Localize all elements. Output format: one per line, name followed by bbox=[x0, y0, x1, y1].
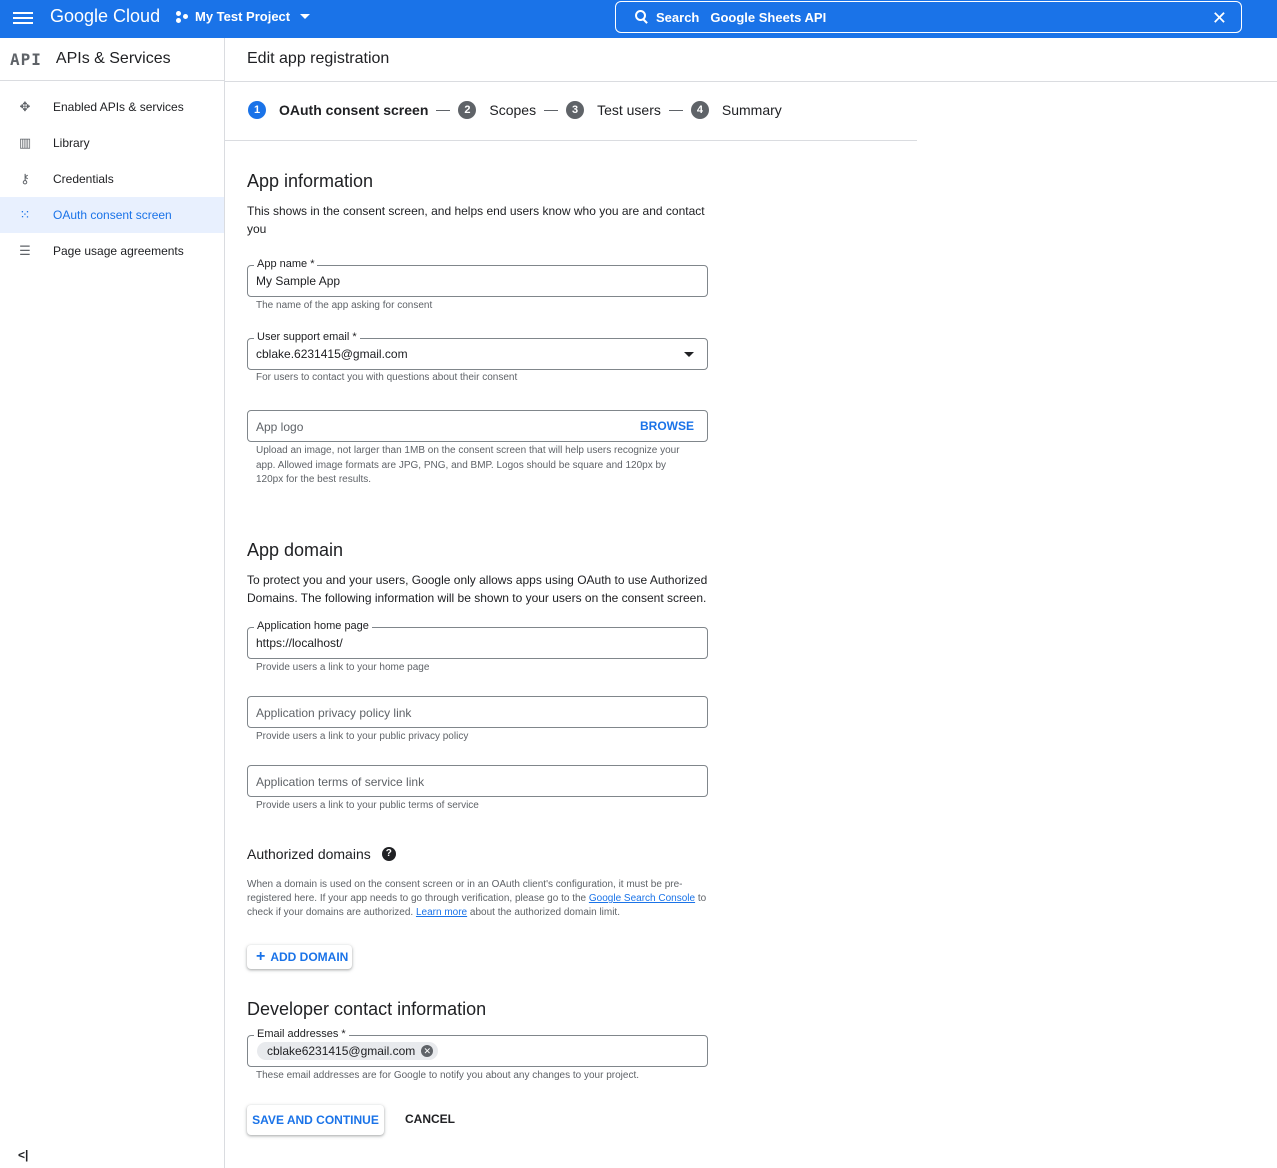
sidebar-header: API APIs & Services bbox=[0, 38, 224, 81]
privacy-policy-field[interactable]: Application privacy policy link bbox=[247, 696, 708, 728]
email-addresses-field[interactable]: Email addresses * cblake6231415@gmail.co… bbox=[247, 1028, 708, 1067]
step-number: 1 bbox=[248, 101, 266, 119]
top-app-bar: Google Cloud My Test Project Search Goog… bbox=[0, 0, 1277, 38]
authorized-domains-text-3: about the authorized domain limit. bbox=[467, 907, 620, 918]
authorized-domains-desc: When a domain is used on the consent scr… bbox=[247, 878, 712, 920]
plus-icon: + bbox=[256, 948, 266, 965]
app-name-input[interactable]: My Sample App bbox=[256, 274, 340, 288]
search-icon bbox=[634, 9, 650, 25]
step-summary[interactable]: 4 Summary bbox=[690, 101, 782, 119]
chevron-down-icon bbox=[300, 14, 311, 19]
sidebar-item-label: Library bbox=[53, 136, 90, 150]
sidebar-item-page-usage[interactable]: ☰ Page usage agreements bbox=[0, 233, 224, 269]
field-label: Application home page bbox=[254, 620, 372, 633]
app-logo-field[interactable]: App logo BROWSE bbox=[247, 410, 708, 442]
learn-more-link[interactable]: Learn more bbox=[416, 907, 467, 918]
step-label: Summary bbox=[721, 102, 782, 118]
support-email-value: cblake.6231415@gmail.com bbox=[256, 347, 408, 361]
sidebar-item-label: OAuth consent screen bbox=[53, 208, 172, 222]
library-icon: ▥ bbox=[18, 135, 32, 150]
app-logo-hint: Upload an image, not larger than 1MB on … bbox=[256, 445, 680, 485]
privacy-policy-input[interactable]: Application privacy policy link bbox=[256, 706, 411, 720]
close-icon[interactable]: ✕ bbox=[1212, 8, 1227, 29]
browse-button[interactable]: BROWSE bbox=[640, 419, 694, 433]
authorized-domains-title: Authorized domains bbox=[247, 846, 371, 862]
project-picker[interactable]: My Test Project bbox=[175, 9, 311, 24]
terms-of-service-field[interactable]: Application terms of service link bbox=[247, 765, 708, 797]
app-domain-heading: App domain bbox=[247, 540, 344, 560]
sidebar-item-library[interactable]: ▥ Library bbox=[0, 125, 224, 161]
dropdown-arrow-icon bbox=[684, 352, 694, 357]
stepper: 1 OAuth consent screen 2 Scopes 3 Test u… bbox=[248, 101, 782, 119]
step-number: 2 bbox=[458, 101, 477, 119]
step-number: 4 bbox=[690, 101, 709, 119]
sidebar-item-enabled-apis[interactable]: ✥ Enabled APIs & services bbox=[0, 89, 224, 125]
sidebar-item-label: Enabled APIs & services bbox=[53, 100, 184, 114]
cancel-button[interactable]: CANCEL bbox=[405, 1112, 455, 1126]
email-chip: cblake6231415@gmail.com ✕ bbox=[257, 1042, 439, 1060]
home-page-hint: Provide users a link to your home page bbox=[256, 662, 430, 673]
app-domain-desc: To protect you and your users, Google on… bbox=[247, 573, 708, 605]
step-divider bbox=[668, 109, 683, 111]
sidebar-title: APIs & Services bbox=[55, 50, 171, 67]
field-label: Email addresses * bbox=[254, 1028, 349, 1041]
search-input[interactable]: Google Sheets API bbox=[710, 10, 826, 25]
email-addresses-hint: These email addresses are for Google to … bbox=[256, 1070, 639, 1081]
authorized-domains-heading: Authorized domains ? bbox=[247, 846, 396, 862]
sidebar-item-credentials[interactable]: ⚷ Credentials bbox=[0, 161, 224, 197]
step-label: Scopes bbox=[489, 102, 537, 118]
email-chip-label: cblake6231415@gmail.com bbox=[267, 1044, 416, 1058]
page-title: Edit app registration bbox=[247, 50, 390, 67]
google-search-console-link[interactable]: Google Search Console bbox=[589, 893, 695, 904]
support-email-hint: For users to contact you with questions … bbox=[256, 372, 518, 383]
consent-grid-icon: ⁙ bbox=[19, 207, 31, 222]
menu-icon[interactable] bbox=[13, 9, 33, 27]
sidebar-item-label: Credentials bbox=[53, 172, 114, 186]
divider bbox=[225, 140, 917, 141]
field-label: User support email * bbox=[254, 331, 360, 344]
home-page-field[interactable]: Application home page https://localhost/ bbox=[247, 620, 708, 659]
project-name: My Test Project bbox=[195, 9, 291, 24]
step-label: OAuth consent screen bbox=[279, 102, 429, 118]
search-bar[interactable]: Search Google Sheets API ✕ bbox=[615, 1, 1242, 33]
project-hub-icon bbox=[175, 10, 189, 24]
step-label: Test users bbox=[597, 102, 661, 118]
sidebar: API APIs & Services ✥ Enabled APIs & ser… bbox=[0, 38, 225, 1168]
sidebar-item-oauth-consent[interactable]: ⁙ OAuth consent screen bbox=[0, 197, 224, 233]
terms-of-service-hint: Provide users a link to your public term… bbox=[256, 800, 479, 811]
settings-list-icon: ☰ bbox=[19, 243, 31, 258]
step-divider bbox=[436, 109, 451, 111]
diamond-nodes-icon: ✥ bbox=[19, 99, 31, 114]
api-logo-icon: API bbox=[10, 49, 42, 69]
help-icon[interactable]: ? bbox=[381, 847, 396, 861]
key-icon: ⚷ bbox=[20, 171, 30, 186]
page-header: Edit app registration bbox=[225, 38, 1277, 82]
app-information-heading: App information bbox=[247, 171, 374, 191]
app-information-desc: This shows in the consent screen, and he… bbox=[247, 204, 705, 236]
step-scopes[interactable]: 2 Scopes bbox=[458, 101, 536, 119]
app-name-hint: The name of the app asking for consent bbox=[256, 300, 433, 311]
sidebar-item-label: Page usage agreements bbox=[53, 244, 184, 258]
remove-chip-icon[interactable]: ✕ bbox=[421, 1045, 434, 1057]
app-name-field[interactable]: App name * My Sample App bbox=[247, 258, 708, 297]
step-test-users[interactable]: 3 Test users bbox=[566, 101, 661, 119]
google-cloud-logo[interactable]: Google Cloud bbox=[50, 6, 160, 27]
search-label: Search bbox=[656, 9, 700, 25]
app-logo-placeholder: App logo bbox=[256, 420, 304, 434]
add-domain-button[interactable]: + ADD DOMAIN bbox=[247, 945, 352, 969]
home-page-input[interactable]: https://localhost/ bbox=[256, 636, 343, 650]
add-domain-label: ADD DOMAIN bbox=[270, 950, 349, 964]
developer-contact-heading: Developer contact information bbox=[247, 999, 487, 1019]
field-label: App name * bbox=[254, 258, 318, 271]
step-oauth-consent[interactable]: 1 OAuth consent screen bbox=[248, 101, 428, 119]
privacy-policy-hint: Provide users a link to your public priv… bbox=[256, 731, 469, 742]
save-and-continue-button[interactable]: SAVE AND CONTINUE bbox=[247, 1105, 384, 1135]
step-number: 3 bbox=[566, 101, 585, 119]
support-email-select[interactable]: User support email * cblake.6231415@gmai… bbox=[247, 331, 708, 370]
terms-of-service-input[interactable]: Application terms of service link bbox=[256, 775, 424, 789]
step-divider bbox=[544, 109, 559, 111]
collapse-sidebar-icon[interactable]: <| bbox=[18, 1148, 28, 1162]
